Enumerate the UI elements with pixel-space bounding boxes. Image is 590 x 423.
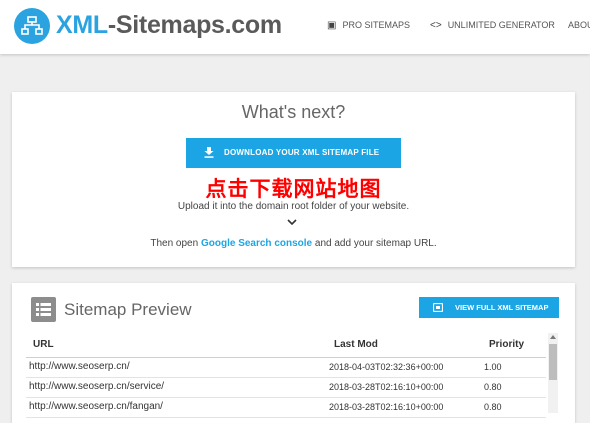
scroll-thumb[interactable] <box>549 344 557 380</box>
row-lastmod: 2018-03-28T02:16:10+00:00 <box>329 402 444 412</box>
google-search-console-link[interactable]: Google Search console <box>201 238 312 249</box>
sitemap-file-icon <box>433 303 443 312</box>
chevron-down-icon <box>287 219 297 226</box>
scroll-up-arrow-icon[interactable] <box>550 335 556 339</box>
whats-next-title: What's next? <box>241 102 346 122</box>
sitemap-preview-title: Sitemap Preview <box>64 300 192 319</box>
logo-xml: XML <box>56 11 108 39</box>
nav-about-label: ABOU <box>568 20 590 30</box>
top-header: XML-Sitemaps.com ▣ PRO SITEMAPS <> UNLIMIT… <box>0 0 590 54</box>
nav-pro-sitemaps[interactable]: ▣ PRO SITEMAPS <box>327 20 410 31</box>
list-icon <box>31 297 56 322</box>
view-full-button-label: VIEW FULL XML SITEMAP <box>455 303 549 312</box>
nav-generator-label: UNLIMITED GENERATOR <box>447 20 555 30</box>
table-row: http://www.seoserp.cn/service/ 2018-03-2… <box>26 378 546 398</box>
diamond-icon: ▣ <box>327 20 337 31</box>
then-prefix: Then open <box>150 238 201 249</box>
nav-pro-label: PRO SITEMAPS <box>342 20 410 30</box>
upload-instruction: Upload it into the domain root folder of… <box>177 201 410 212</box>
nav-unlimited-generator[interactable]: <> UNLIMITED GENERATOR <box>430 20 555 31</box>
row-lastmod: 2018-04-03T02:32:36+00:00 <box>329 362 444 372</box>
then-open-instruction: Then open Google Search console and add … <box>12 238 575 249</box>
row-priority: 0.80 <box>484 402 502 412</box>
column-header-url[interactable]: URL <box>33 339 54 350</box>
row-priority: 1.00 <box>484 362 502 372</box>
table-scrollbar[interactable] <box>548 333 558 413</box>
column-header-last-mod[interactable]: Last Mod <box>334 339 378 350</box>
download-sitemap-button[interactable]: DOWNLOAD YOUR XML SITEMAP FILE <box>186 138 401 168</box>
row-lastmod: 2018-03-28T02:16:10+00:00 <box>329 382 444 392</box>
row-url[interactable]: http://www.seoserp.cn/fangan/ <box>29 401 163 412</box>
whats-next-card: What's next? DOWNLOAD YOUR XML SITEMAP F… <box>12 92 575 267</box>
row-url[interactable]: http://www.seoserp.cn/service/ <box>29 381 164 392</box>
then-suffix: and add your sitemap URL. <box>312 238 437 249</box>
download-button-label: DOWNLOAD YOUR XML SITEMAP FILE <box>224 148 380 157</box>
table-row: http://www.seoserp.cn/fangan/ 2018-03-28… <box>26 398 546 418</box>
code-brackets-icon: <> <box>430 20 442 31</box>
row-priority: 0.80 <box>484 382 502 392</box>
sitemap-logo-icon[interactable] <box>14 8 50 44</box>
site-logo-text[interactable]: XML-Sitemaps.com <box>56 11 282 40</box>
logo-rest: -Sitemaps.com <box>107 11 282 39</box>
table-row: http://www.seoserp.cn/ 2018-04-03T02:32:… <box>26 358 546 378</box>
download-icon <box>204 147 214 158</box>
row-url[interactable]: http://www.seoserp.cn/ <box>29 361 130 372</box>
column-header-priority[interactable]: Priority <box>489 339 524 350</box>
nav-about[interactable]: ABOU <box>568 20 590 30</box>
chinese-download-note: 点击下载网站地图 <box>205 178 382 201</box>
sitemap-preview-card: Sitemap Preview VIEW FULL XML SITEMAP UR… <box>12 283 575 423</box>
view-full-sitemap-button[interactable]: VIEW FULL XML SITEMAP <box>419 297 559 318</box>
